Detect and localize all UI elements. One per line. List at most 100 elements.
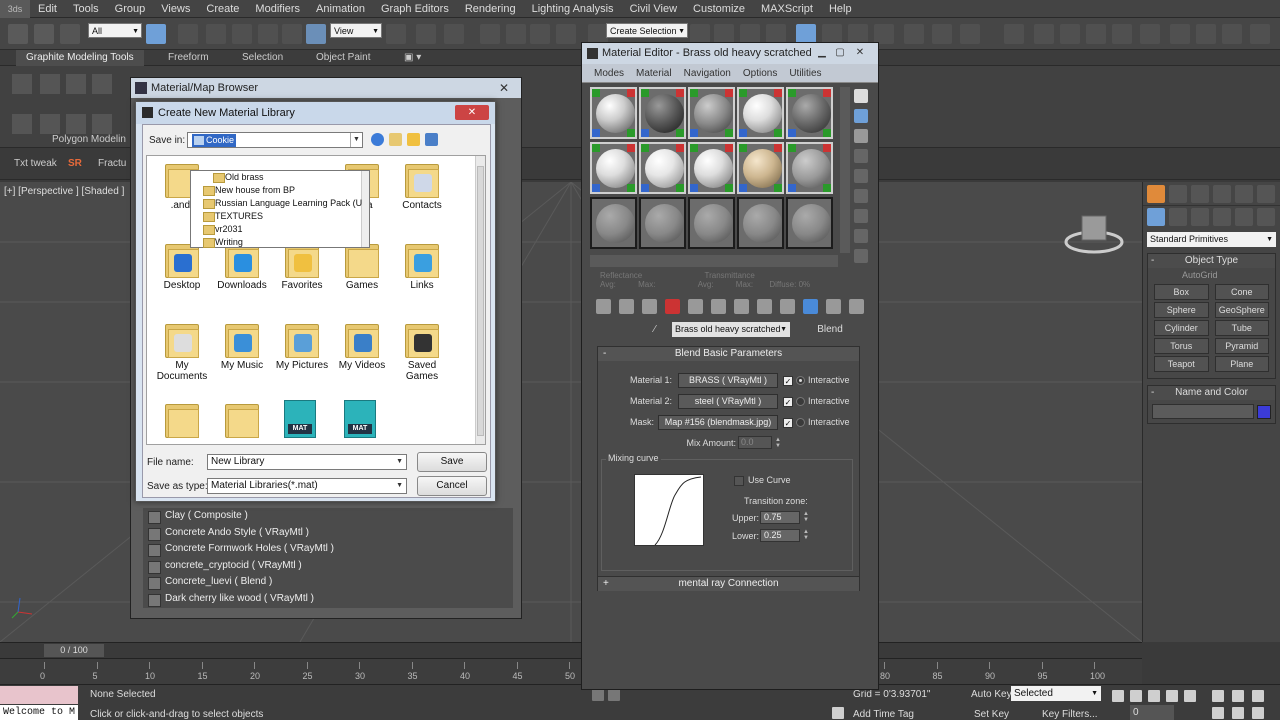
ribbon-tool-icon[interactable] xyxy=(12,74,32,94)
material2-enable-checkbox[interactable]: ✓ xyxy=(783,397,793,407)
list-item[interactable]: Concrete_luevi ( Blend ) xyxy=(143,574,513,591)
select-and-move-icon[interactable] xyxy=(258,24,278,44)
upper-spinner-arrows[interactable]: ▲ ▼ xyxy=(803,511,809,523)
background-icon[interactable] xyxy=(854,129,868,143)
use-curve-checkbox[interactable] xyxy=(734,476,744,486)
motion-tab-icon[interactable] xyxy=(1213,184,1231,203)
material-map-navigator-icon[interactable] xyxy=(854,249,868,263)
sample-slot[interactable] xyxy=(590,197,637,249)
dialog-titlebar[interactable]: Create New Material Library ✕ xyxy=(136,102,495,124)
selection-filter-dropdown[interactable]: All ▼ xyxy=(88,23,142,38)
vray-light-icon[interactable] xyxy=(1034,24,1054,44)
dropdown-option[interactable]: Old brass xyxy=(191,171,369,184)
ribbon-tool-icon[interactable] xyxy=(40,74,60,94)
walkthrough-icon[interactable] xyxy=(1252,707,1264,719)
time-slider[interactable]: 0 / 100 xyxy=(0,642,1142,658)
file-name-input[interactable]: New Library ▼ xyxy=(207,454,407,470)
maximize-icon[interactable]: ▢ xyxy=(832,46,848,60)
back-icon[interactable] xyxy=(371,133,384,146)
torus-button[interactable]: Torus xyxy=(1154,338,1209,354)
list-item[interactable]: Concrete Ando Style ( VRayMtl ) xyxy=(143,525,513,542)
sr-label[interactable]: SR xyxy=(68,158,82,169)
go-to-parent-icon[interactable] xyxy=(826,299,841,314)
up-folder-icon[interactable] xyxy=(389,133,402,146)
select-by-material-icon[interactable] xyxy=(854,229,868,243)
lock-selection-icon[interactable] xyxy=(592,689,604,701)
ribbon-tool-icon[interactable] xyxy=(40,114,60,134)
material-type-button[interactable]: Blend xyxy=(798,322,862,337)
material1-button[interactable]: BRASS ( VRayMtl ) xyxy=(678,373,778,388)
sample-slot[interactable] xyxy=(639,197,686,249)
slots-vertical-scrollbar[interactable] xyxy=(840,87,850,253)
schematic-view-icon[interactable] xyxy=(822,24,842,44)
list-item[interactable]: concrete_cryptocid ( VRayMtl ) xyxy=(143,558,513,575)
dropdown-option[interactable]: vr2031 xyxy=(191,223,369,236)
make-copy-icon[interactable] xyxy=(688,299,703,314)
lower-spinner-arrows[interactable]: ▲ ▼ xyxy=(803,529,809,541)
cameras-icon[interactable] xyxy=(1213,208,1231,226)
bind-to-space-warp-icon[interactable] xyxy=(60,24,80,44)
close-icon[interactable]: ✕ xyxy=(455,105,489,120)
menu-rendering[interactable]: Rendering xyxy=(457,0,524,18)
ribbon-tool-icon[interactable] xyxy=(12,114,32,134)
vray-proxy-icon[interactable] xyxy=(1086,24,1106,44)
hierarchy-tab-icon[interactable] xyxy=(1191,184,1209,203)
go-to-start-icon[interactable] xyxy=(1112,690,1124,702)
ribbon-tool-icon[interactable] xyxy=(66,74,86,94)
app-logo[interactable]: 3ds xyxy=(0,0,30,18)
list-item[interactable]: Dark cherry like wood ( VRayMtl ) xyxy=(143,591,513,608)
reference-coordinate-dropdown[interactable]: View ▼ xyxy=(330,23,382,38)
object-color-swatch[interactable] xyxy=(1257,404,1271,419)
folder-my-music[interactable]: My Music xyxy=(211,320,273,371)
minimize-icon[interactable]: ▁ xyxy=(814,46,830,60)
pivot-center-icon[interactable] xyxy=(386,24,406,44)
utilities-tab-icon[interactable] xyxy=(1257,184,1275,203)
lights-icon[interactable] xyxy=(1191,208,1209,226)
play-icon[interactable] xyxy=(1148,690,1160,702)
modify-tab-icon[interactable] xyxy=(1169,184,1187,203)
sample-uv-tiling-icon[interactable] xyxy=(854,149,868,163)
file-list-scrollbar[interactable] xyxy=(475,156,485,444)
material-editor-icon[interactable] xyxy=(848,24,868,44)
menu-maxscript[interactable]: MAXScript xyxy=(753,0,821,18)
field-of-view-icon[interactable] xyxy=(1212,707,1224,719)
helpers-icon[interactable] xyxy=(1235,208,1253,226)
key-selection-dropdown[interactable]: Selected ▼ xyxy=(1011,686,1101,701)
save-as-type-dropdown[interactable]: Material Libraries(*.mat) ▼ xyxy=(207,478,407,494)
zoom-extents-icon[interactable] xyxy=(1212,690,1224,702)
edit-named-selection-icon[interactable] xyxy=(588,24,608,44)
menu-civil-view[interactable]: Civil View xyxy=(622,0,685,18)
menu-tools[interactable]: Tools xyxy=(65,0,107,18)
sample-slot[interactable] xyxy=(590,87,637,139)
shapes-icon[interactable] xyxy=(1169,208,1187,226)
rendered-frame-window-icon[interactable] xyxy=(904,24,924,44)
geometry-icon[interactable] xyxy=(1147,208,1165,226)
menu-modifiers[interactable]: Modifiers xyxy=(247,0,308,18)
sample-slot[interactable] xyxy=(737,142,784,194)
material-id-channel-icon[interactable] xyxy=(757,299,772,314)
next-frame-icon[interactable] xyxy=(1166,690,1178,702)
select-by-name-icon[interactable] xyxy=(178,24,198,44)
material-map-browser-titlebar[interactable]: Material/Map Browser ✕ xyxy=(131,78,521,98)
absolute-mode-icon[interactable] xyxy=(608,689,620,701)
track-bar[interactable]: 0510152025303540455055606570758085909510… xyxy=(0,658,1142,684)
snaps-toggle-icon[interactable] xyxy=(480,24,500,44)
space-warps-icon[interactable] xyxy=(1257,208,1275,226)
mat-file-item[interactable]: MAT xyxy=(269,400,331,438)
select-and-scale-icon[interactable] xyxy=(306,24,326,44)
vray-sun-icon[interactable] xyxy=(1060,24,1080,44)
render-iterative-icon[interactable] xyxy=(960,24,980,44)
window-crossing-icon[interactable] xyxy=(232,24,252,44)
menu-create[interactable]: Create xyxy=(198,0,247,18)
create-tab-icon[interactable] xyxy=(1147,184,1165,203)
cylinder-button[interactable]: Cylinder xyxy=(1154,320,1209,336)
ribbon-options-icon[interactable]: ▣ ▾ xyxy=(404,50,421,66)
name-and-color-header[interactable]: - Name and Color xyxy=(1148,386,1275,400)
tab-freeform[interactable]: Freeform xyxy=(168,50,209,66)
tab-object-paint[interactable]: Object Paint xyxy=(316,50,370,66)
sphere-button[interactable]: Sphere xyxy=(1154,302,1209,318)
tab-selection[interactable]: Selection xyxy=(242,50,283,66)
display-tab-icon[interactable] xyxy=(1235,184,1253,203)
vray-toolbar-icon[interactable] xyxy=(1250,24,1270,44)
vray-frame-buffer-icon[interactable] xyxy=(1004,24,1024,44)
